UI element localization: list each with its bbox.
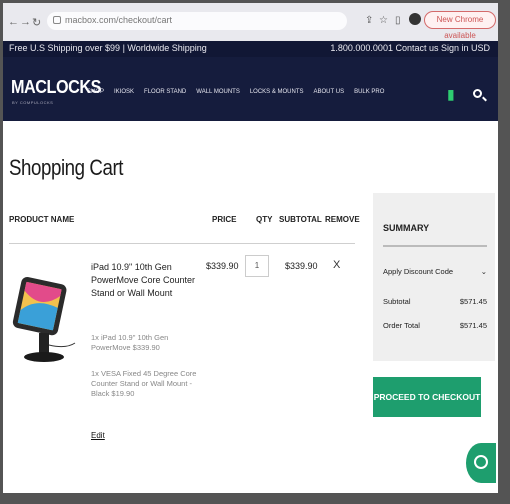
menu-item-locks-mounts[interactable]: LOCKS & MOUNTS (250, 89, 304, 95)
product-name-link[interactable]: iPad 10.9" 10th Gen PowerMove Core Count… (91, 261, 203, 300)
column-header-product: PRODUCT NAME (9, 215, 75, 224)
edit-item-link[interactable]: Edit (91, 431, 105, 440)
promo-bar: Free U.S Shipping over $99 | Worldwide S… (3, 41, 498, 57)
order-total-label: Order Total (383, 321, 420, 330)
menu-item-wall-mounts[interactable]: WALL MOUNTS (196, 89, 240, 95)
menu-item-shop[interactable]: SHOP (87, 89, 104, 95)
chevron-down-icon: ⌄ (480, 267, 487, 276)
lock-icon (53, 16, 61, 24)
cart-icon[interactable]: ▮ (447, 87, 461, 101)
main-menu: SHOP IKIOSK FLOOR STAND WALL MOUNTS LOCK… (87, 89, 384, 95)
sidebar-icon[interactable]: ▯ (395, 15, 401, 26)
browser-window: ← → ↻ macbox.com/checkout/cart ⇪ ☆ ▯ New… (3, 3, 498, 493)
item-subtotal: $339.90 (285, 261, 318, 271)
column-header-price: PRICE (212, 215, 237, 224)
summary-title: SUMMARY (383, 223, 430, 233)
bookmark-icon[interactable]: ☆ (379, 15, 388, 26)
proceed-to-checkout-button[interactable]: PROCEED TO CHECKOUT (373, 377, 481, 417)
quantity-input[interactable]: 1 (245, 255, 269, 277)
update-chrome-button[interactable]: New Chrome available (424, 11, 496, 40)
subtotal-value: $571.45 (459, 297, 487, 306)
menu-item-floor-stand[interactable]: FLOOR STAND (144, 89, 186, 95)
menu-item-bulk[interactable]: BULK PRO (354, 89, 384, 95)
address-text: macbox.com/checkout/cart (65, 15, 173, 25)
summary-total-row: Order Total $571.45 (383, 321, 487, 330)
forward-icon[interactable]: → (20, 16, 31, 28)
column-header-remove: REMOVE (325, 215, 360, 224)
apply-discount-toggle[interactable]: Apply Discount Code ⌄ (383, 267, 487, 276)
browser-toolbar: ← → ↻ macbox.com/checkout/cart ⇪ ☆ ▯ New… (3, 3, 498, 41)
table-divider (9, 243, 355, 244)
account-links[interactable]: 1.800.000.0001 Contact us Sign in USD (330, 43, 490, 53)
column-header-qty: QTY (256, 215, 273, 224)
chat-bubble-icon[interactable] (466, 443, 496, 483)
reload-icon[interactable]: ↻ (32, 16, 41, 29)
remove-item-button[interactable]: X (333, 259, 340, 271)
site-logo-subtitle: BY COMPULOCKS (12, 100, 54, 105)
summary-subtotal-row: Subtotal $571.45 (383, 297, 487, 306)
page-title: Shopping Cart (9, 155, 124, 180)
site-header: MACLOCKS BY COMPULOCKS SHOP IKIOSK FLOOR… (3, 57, 498, 121)
item-price: $339.90 (206, 261, 239, 271)
product-option-1: 1x iPad 10.9" 10th Gen PowerMove $339.90 (91, 333, 169, 352)
order-total-value: $571.45 (459, 321, 487, 330)
product-thumbnail[interactable] (11, 275, 77, 367)
profile-avatar[interactable] (409, 13, 421, 25)
subtotal-label: Subtotal (383, 297, 411, 306)
menu-item-about[interactable]: ABOUT US (314, 89, 345, 95)
shipping-notice: Free U.S Shipping over $99 | Worldwide S… (9, 43, 207, 53)
address-bar[interactable]: macbox.com/checkout/cart (47, 12, 347, 30)
column-header-subtotal: SUBTOTAL (279, 215, 322, 224)
share-icon[interactable]: ⇪ (365, 15, 373, 26)
apply-discount-label: Apply Discount Code (383, 267, 454, 276)
menu-item-ikiosk[interactable]: IKIOSK (114, 89, 134, 95)
search-icon[interactable] (473, 89, 482, 98)
back-icon[interactable]: ← (8, 16, 19, 28)
product-option-2: 1x VESA Fixed 45 Degree Core Counter Sta… (91, 369, 197, 398)
summary-divider (383, 245, 487, 247)
order-summary: SUMMARY Apply Discount Code ⌄ Subtotal $… (373, 193, 495, 361)
